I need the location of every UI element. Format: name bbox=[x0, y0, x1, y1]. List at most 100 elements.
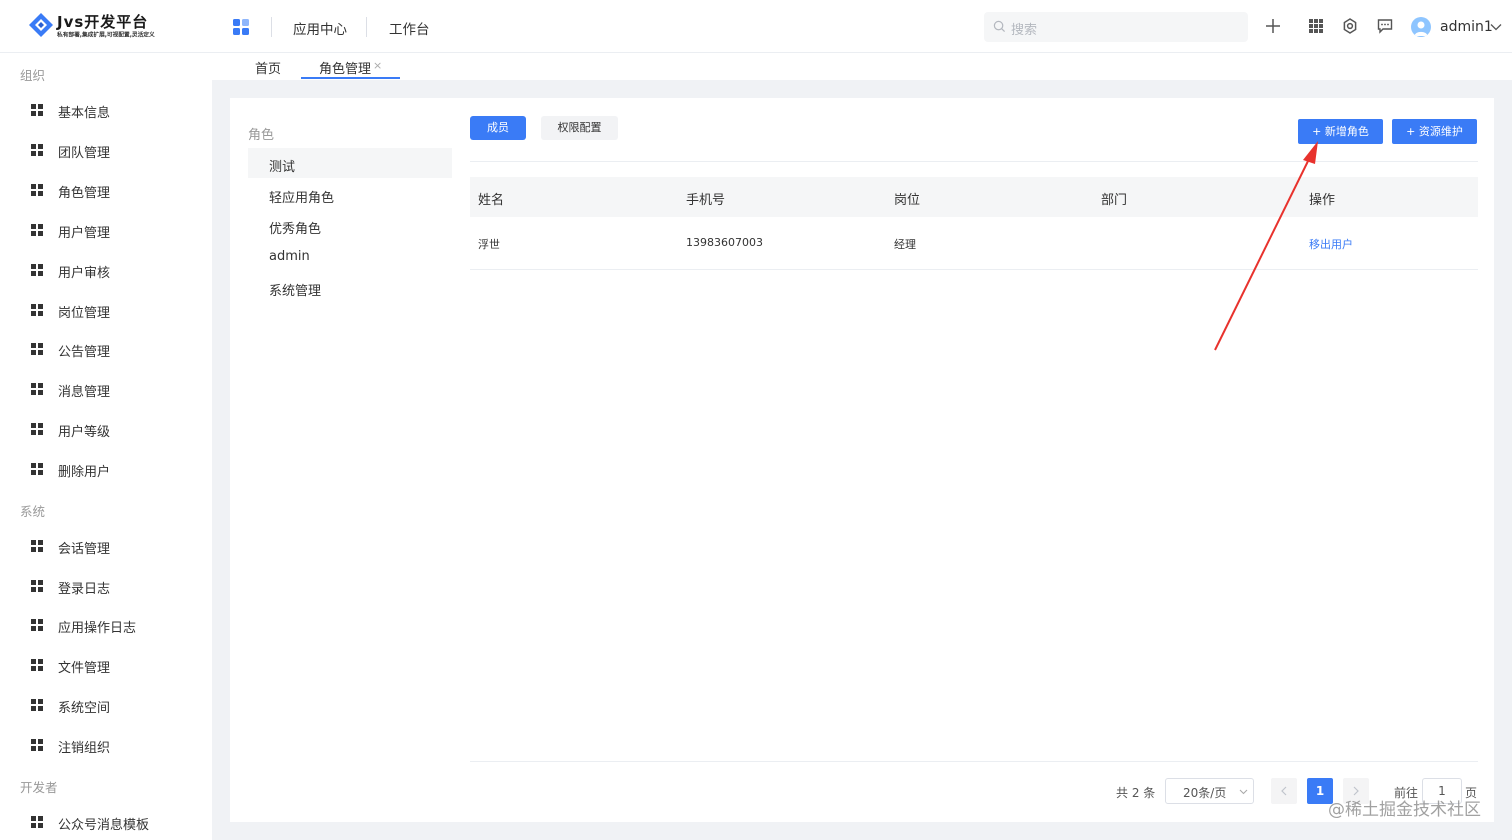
grid-icon bbox=[31, 144, 44, 157]
toolbar-divider bbox=[470, 161, 1478, 162]
settings-icon[interactable] bbox=[1341, 17, 1359, 35]
nav-app-center[interactable]: 应用中心 bbox=[293, 18, 347, 38]
sidebar-item-system-space[interactable]: 系统空间 bbox=[31, 696, 201, 716]
sidebar-item-sessions[interactable]: 会话管理 bbox=[31, 537, 201, 557]
sidebar-item-user-levels[interactable]: 用户等级 bbox=[31, 420, 201, 440]
grid-icon bbox=[31, 580, 44, 593]
grid-icon bbox=[31, 540, 44, 553]
sidebar-item-wechat-templates[interactable]: 公众号消息模板 bbox=[31, 813, 201, 833]
column-header-position: 岗位 bbox=[894, 193, 921, 208]
sidebar-item-label: 删除用户 bbox=[58, 465, 111, 480]
pagination-total: 共 2 条 bbox=[1116, 786, 1156, 800]
app-switch-icon[interactable] bbox=[233, 19, 249, 35]
table-header: 姓名 手机号 岗位 部门 操作 bbox=[470, 177, 1478, 217]
role-item-light-app[interactable]: 轻应用角色 bbox=[248, 179, 452, 209]
tab-bar: 首页 角色管理 × bbox=[212, 53, 1512, 80]
sidebar-item-deleted-users[interactable]: 删除用户 bbox=[31, 460, 201, 480]
message-icon[interactable] bbox=[1376, 17, 1394, 35]
user-avatar-icon bbox=[1414, 21, 1428, 36]
tab-role-management[interactable]: 角色管理 bbox=[319, 58, 371, 77]
sidebar-item-label: 公众号消息模板 bbox=[58, 818, 150, 833]
column-header-phone: 手机号 bbox=[686, 193, 726, 208]
sidebar-item-users[interactable]: 用户管理 bbox=[31, 221, 201, 241]
grid-icon bbox=[31, 463, 44, 476]
grid-icon bbox=[31, 304, 44, 317]
grid-icon bbox=[31, 343, 44, 356]
column-header-department: 部门 bbox=[1101, 193, 1128, 208]
grid-icon bbox=[31, 659, 44, 672]
sidebar: 组织 基本信息 团队管理 角色管理 用户管理 用户审核 岗位管理 公告管理 消息… bbox=[0, 53, 212, 840]
nav-workbench[interactable]: 工作台 bbox=[389, 18, 430, 38]
tab-home[interactable]: 首页 bbox=[255, 58, 281, 77]
cell-phone: 13983607003 bbox=[686, 236, 763, 249]
role-item-label: 系统管理 bbox=[269, 284, 322, 299]
cell-name: 浮世 bbox=[478, 238, 500, 251]
role-item-test[interactable]: 测试 bbox=[248, 148, 452, 178]
sidebar-item-basic-info[interactable]: 基本信息 bbox=[31, 101, 201, 121]
sidebar-item-label: 角色管理 bbox=[58, 186, 111, 201]
search-icon bbox=[993, 20, 1006, 33]
search-placeholder: 搜索 bbox=[1011, 23, 1038, 38]
sidebar-item-team[interactable]: 团队管理 bbox=[31, 141, 201, 161]
sidebar-item-label: 会话管理 bbox=[58, 542, 111, 557]
sidebar-item-label: 登录日志 bbox=[58, 582, 111, 597]
column-header-name: 姓名 bbox=[478, 193, 505, 208]
grid-icon bbox=[31, 383, 44, 396]
sidebar-item-messages[interactable]: 消息管理 bbox=[31, 380, 201, 400]
add-role-button[interactable]: + 新增角色 bbox=[1298, 119, 1383, 144]
resource-maintenance-button[interactable]: + 资源维护 bbox=[1392, 119, 1477, 144]
sidebar-item-label: 用户审核 bbox=[58, 266, 111, 281]
sidebar-item-files[interactable]: 文件管理 bbox=[31, 656, 201, 676]
role-item-excellent[interactable]: 优秀角色 bbox=[248, 210, 452, 240]
role-item-label: 优秀角色 bbox=[269, 222, 322, 237]
page-size-value: 20条/页 bbox=[1183, 786, 1227, 800]
cell-position: 经理 bbox=[894, 238, 916, 251]
sidebar-item-deregister-org[interactable]: 注销组织 bbox=[31, 736, 201, 756]
sidebar-group-org: 组织 bbox=[20, 68, 46, 83]
role-item-admin[interactable]: admin bbox=[248, 241, 452, 271]
sidebar-item-label: 注销组织 bbox=[58, 741, 111, 756]
apps-grid-icon[interactable] bbox=[1307, 17, 1325, 35]
sidebar-group-developer: 开发者 bbox=[20, 780, 58, 795]
grid-icon bbox=[31, 739, 44, 752]
sidebar-item-label: 团队管理 bbox=[58, 146, 111, 161]
header-divider bbox=[366, 17, 367, 37]
page-size-select[interactable]: 20条/页 bbox=[1165, 778, 1254, 804]
grid-icon bbox=[31, 184, 44, 197]
search-input[interactable]: 搜索 bbox=[984, 12, 1248, 42]
watermark: @稀土掘金技术社区 bbox=[1328, 800, 1481, 820]
avatar[interactable] bbox=[1411, 17, 1431, 37]
sidebar-item-user-review[interactable]: 用户审核 bbox=[31, 261, 201, 281]
app-logo[interactable]: Jvs开发平台 私有部署,集成扩展,可视配置,灵活定义 bbox=[28, 11, 188, 41]
active-tab-indicator bbox=[301, 77, 400, 79]
sidebar-item-label: 文件管理 bbox=[58, 661, 111, 676]
username[interactable]: admin1 bbox=[1440, 19, 1493, 35]
logo-icon bbox=[29, 13, 53, 37]
sidebar-item-label: 用户管理 bbox=[58, 226, 111, 241]
members-tab-button[interactable]: 成员 bbox=[470, 116, 526, 140]
grid-icon bbox=[31, 264, 44, 277]
prev-page-button[interactable] bbox=[1271, 778, 1297, 804]
plus-icon[interactable] bbox=[1264, 17, 1282, 35]
sidebar-item-label: 岗位管理 bbox=[58, 306, 111, 321]
sidebar-item-login-logs[interactable]: 登录日志 bbox=[31, 577, 201, 597]
role-item-label: 测试 bbox=[269, 160, 296, 175]
sidebar-item-roles[interactable]: 角色管理 bbox=[31, 181, 201, 201]
remove-user-link[interactable]: 移出用户 bbox=[1309, 236, 1353, 252]
permissions-tab-button[interactable]: 权限配置 bbox=[541, 116, 618, 140]
role-item-system-admin[interactable]: 系统管理 bbox=[248, 272, 452, 302]
sidebar-item-app-logs[interactable]: 应用操作日志 bbox=[31, 616, 201, 636]
grid-icon bbox=[31, 224, 44, 237]
app-subtitle: 私有部署,集成扩展,可视配置,灵活定义 bbox=[57, 31, 155, 39]
chevron-down-icon[interactable] bbox=[1490, 22, 1502, 32]
grid-icon bbox=[31, 816, 44, 829]
chevron-down-icon bbox=[1239, 789, 1248, 795]
grid-icon bbox=[31, 104, 44, 117]
grid-icon bbox=[31, 619, 44, 632]
sidebar-item-label: 基本信息 bbox=[58, 106, 111, 121]
sidebar-item-label: 系统空间 bbox=[58, 701, 111, 716]
table-row: 浮世 13983607003 经理 移出用户 bbox=[470, 217, 1478, 270]
sidebar-item-positions[interactable]: 岗位管理 bbox=[31, 301, 201, 321]
tab-close-icon[interactable]: × bbox=[373, 59, 382, 72]
sidebar-item-announcements[interactable]: 公告管理 bbox=[31, 340, 201, 360]
